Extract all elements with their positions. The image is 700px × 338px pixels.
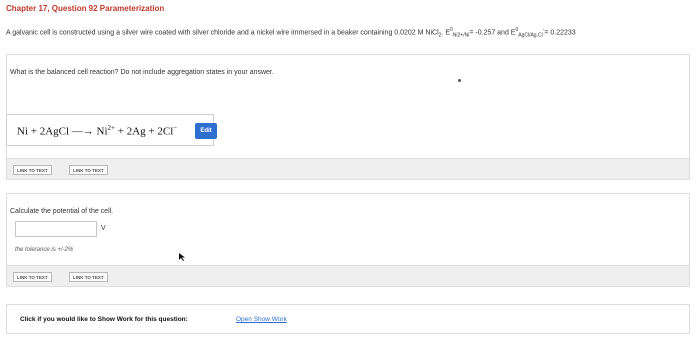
question-2-text: Calculate the potential of the cell.	[10, 208, 114, 215]
problem-sub-2: Ni2+/Ni	[452, 32, 470, 39]
equation-ni-charge: 2+	[107, 124, 115, 132]
equation-ni: Ni	[96, 125, 108, 138]
problem-sub-3: AgCl/Ag,Cl	[518, 32, 543, 39]
balanced-equation: Ni + 2AgCl —→ Ni2+ + 2Ag + 2Cl−	[17, 124, 177, 138]
unit-label: V	[101, 225, 106, 232]
answer-equation-box[interactable]: Ni + 2AgCl —→ Ni2+ + 2Ag + 2Cl− Edit	[6, 114, 217, 146]
equation-cl-charge: −	[173, 124, 178, 132]
mouse-cursor-icon	[179, 253, 185, 261]
question-1-text: What is the balanced cell reaction? Do n…	[10, 69, 274, 76]
link-to-text-button-2[interactable]: LINK TO TEXT	[69, 165, 108, 175]
page-title: Chapter 17, Question 92 Parameterization	[6, 4, 165, 13]
open-show-work-link[interactable]: Open Show Work	[236, 316, 287, 323]
link-to-text-button-3[interactable]: LINK TO TEXT	[13, 272, 52, 282]
problem-statement: A galvanic cell is constructed using a s…	[6, 27, 696, 39]
link-to-text-button-4[interactable]: LINK TO TEXT	[69, 272, 108, 282]
edit-button[interactable]: Edit	[195, 123, 217, 139]
decorative-dot	[458, 79, 461, 82]
problem-text-3: = -0.257 and E	[469, 29, 516, 37]
equation-arrow: —→	[71, 125, 94, 138]
link-strip-1: LINK TO TEXT LINK TO TEXT	[6, 158, 690, 180]
problem-text-1: A galvanic cell is constructed using a s…	[6, 29, 439, 37]
problem-text-4: = 0.22233	[544, 29, 576, 37]
link-to-text-button[interactable]: LINK TO TEXT	[13, 165, 52, 175]
link-strip-2: LINK TO TEXT LINK TO TEXT	[6, 265, 690, 287]
show-work-prompt: Click if you would like to Show Work for…	[20, 316, 188, 323]
problem-text-2: . E	[441, 29, 450, 37]
potential-input[interactable]	[15, 221, 97, 237]
equation-left: Ni + 2AgCl	[17, 125, 70, 138]
equation-right: + 2Ag + 2Cl	[117, 125, 174, 138]
tolerance-note: the tolerance is +/-2%	[15, 247, 74, 253]
